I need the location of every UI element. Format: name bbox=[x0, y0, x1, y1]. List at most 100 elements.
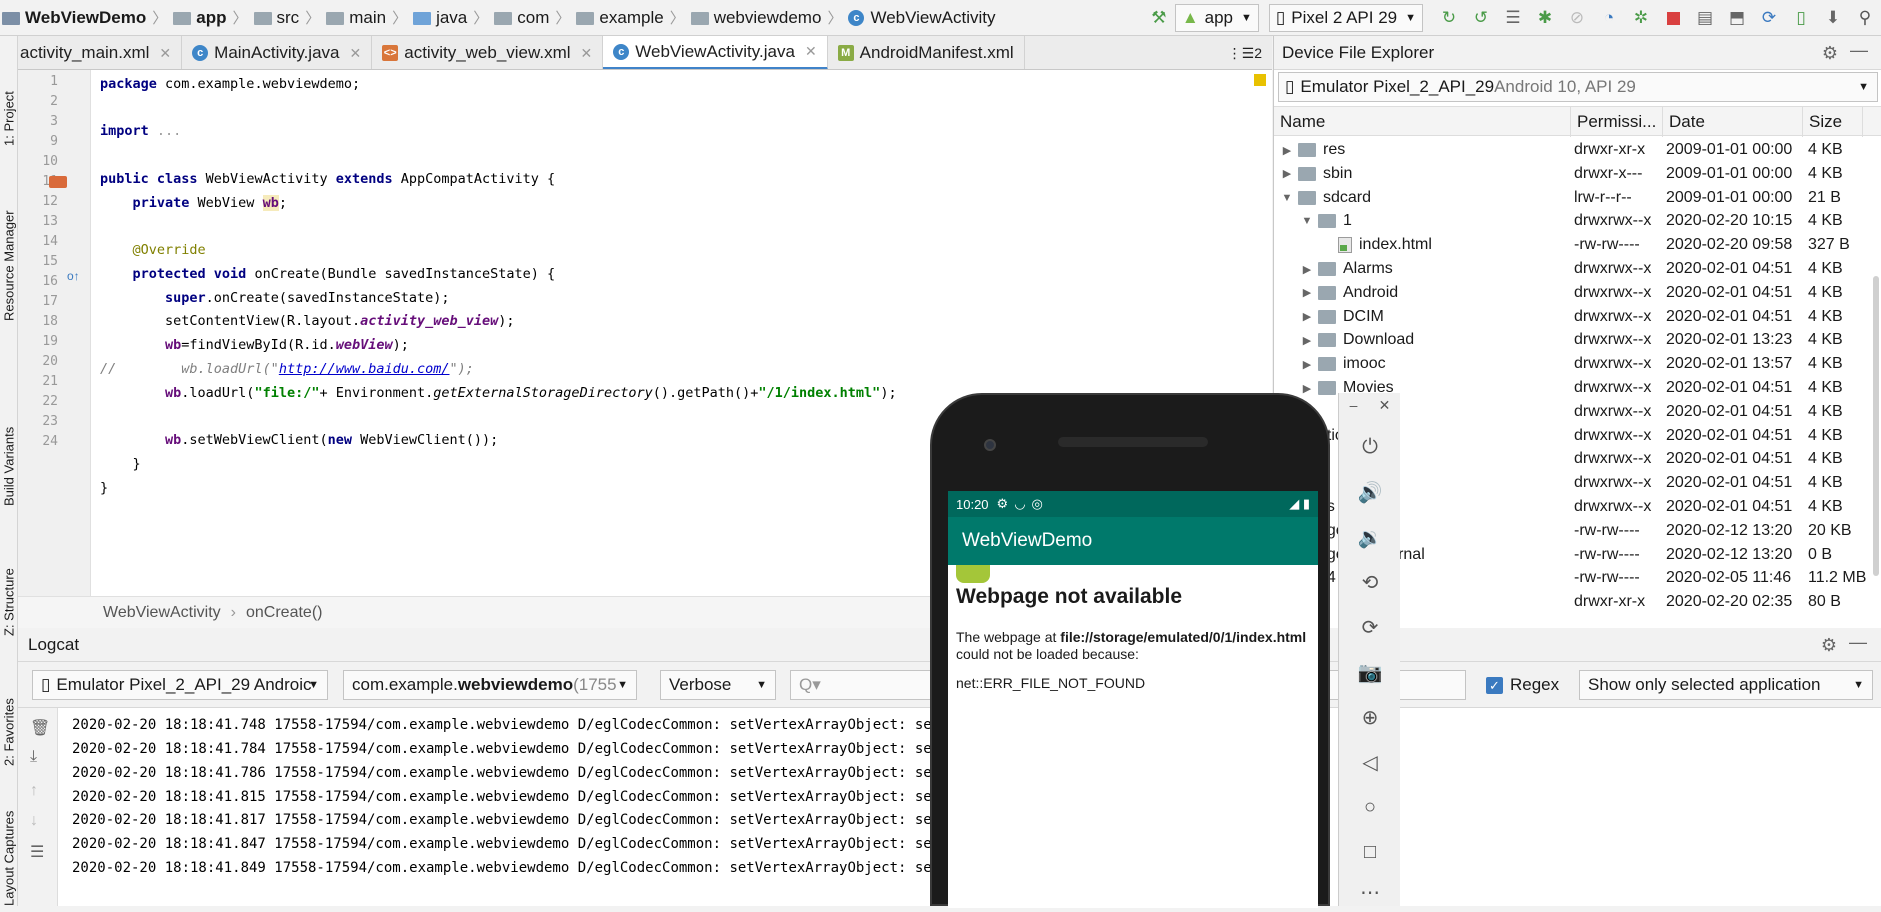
project-structure-icon[interactable]: ▤ bbox=[1695, 8, 1715, 28]
tabs-overflow-button[interactable]: ⋮☰ 2 bbox=[1218, 36, 1272, 69]
close-icon[interactable]: ✕ bbox=[581, 45, 593, 62]
more-icon[interactable]: ⋯ bbox=[1339, 872, 1401, 912]
rotate-right-icon[interactable]: ⟳ bbox=[1339, 607, 1401, 647]
breadcrumb-class[interactable]: c WebViewActivity bbox=[846, 0, 999, 36]
up-arrow-icon[interactable]: ↑ bbox=[30, 782, 38, 800]
build-variants-tool-button[interactable]: Build Variants bbox=[0, 386, 18, 506]
run-config-select[interactable]: ▲ app ▼ bbox=[1174, 4, 1259, 32]
file-row[interactable]: ▼ 1 drwxrwx--x 2020-02-20 10:15 4 KB bbox=[1274, 209, 1874, 233]
override-gutter-icon[interactable]: o↑ bbox=[67, 269, 80, 283]
avd-manager-icon[interactable]: ▯ bbox=[1791, 8, 1811, 28]
close-icon[interactable]: ✕ bbox=[805, 43, 817, 60]
layout-gutter-icon[interactable] bbox=[49, 176, 67, 188]
home-icon[interactable]: ○ bbox=[1339, 787, 1401, 827]
logcat-process-select[interactable]: com.example. webviewdemo (1755 ▼ bbox=[343, 670, 637, 700]
file-row[interactable]: ▶ sbin drwxr-x--- 2009-01-01 00:00 4 KB bbox=[1274, 162, 1874, 186]
gear-icon[interactable]: ⚙ bbox=[1821, 635, 1837, 656]
soft-wrap-icon[interactable]: ☰ bbox=[30, 842, 44, 862]
column-date[interactable]: Date bbox=[1663, 107, 1803, 137]
scrollbar[interactable] bbox=[1873, 276, 1879, 576]
back-icon[interactable]: ◁ bbox=[1339, 742, 1401, 782]
attach-icon[interactable]: ⊘ bbox=[1567, 8, 1587, 28]
bug-icon[interactable]: ✲ bbox=[1631, 8, 1651, 28]
file-row[interactable]: ▶ Alarms drwxrwx--x 2020-02-01 04:51 4 KB bbox=[1274, 257, 1874, 281]
rerun-icon[interactable]: ↻ bbox=[1439, 8, 1459, 28]
volume-up-icon[interactable]: 🔊 bbox=[1339, 472, 1401, 512]
minimize-icon[interactable]: — bbox=[1850, 40, 1868, 61]
expanded-arrow-icon[interactable]: ▼ bbox=[1280, 192, 1294, 204]
logcat-filter-select[interactable]: Show only selected application ▼ bbox=[1579, 670, 1873, 700]
phone-screen[interactable]: 10:20 ⚙ ◡ ◎ ◢ ▮ WebViewDemo Webpage not … bbox=[948, 491, 1318, 908]
apply-changes-icon[interactable]: ↺ bbox=[1471, 8, 1491, 28]
file-row[interactable]: ▶ DCIM drwxrwx--x 2020-02-01 04:51 4 KB bbox=[1274, 305, 1874, 329]
favorites-tool-button[interactable]: 2: Favorites bbox=[0, 656, 18, 766]
collapsed-arrow-icon[interactable]: ▶ bbox=[1300, 263, 1314, 276]
column-permissions[interactable]: Permissi... bbox=[1571, 107, 1663, 137]
file-row[interactable]: ▶ Android drwxrwx--x 2020-02-01 04:51 4 KB bbox=[1274, 281, 1874, 305]
camera-icon[interactable]: 📷 bbox=[1339, 652, 1401, 692]
inspection-status-icon[interactable] bbox=[1254, 74, 1266, 86]
breadcrumb-method[interactable]: onCreate() bbox=[246, 604, 322, 622]
power-icon[interactable]: ⏻ bbox=[1339, 427, 1401, 467]
file-row[interactable]: ▼ sdcard lrw-r--r-- 2009-01-01 00:00 21 B bbox=[1274, 186, 1874, 210]
breadcrumb-java[interactable]: java 〉 bbox=[411, 0, 492, 36]
sync-icon[interactable]: ⟳ bbox=[1759, 8, 1779, 28]
rotate-left-icon[interactable]: ⟲ bbox=[1339, 562, 1401, 602]
collapsed-arrow-icon[interactable]: ▶ bbox=[1280, 167, 1294, 180]
collapsed-arrow-icon[interactable]: ▶ bbox=[1280, 144, 1294, 157]
breadcrumb-main[interactable]: main 〉 bbox=[324, 0, 411, 36]
sdk-icon[interactable]: ⬇ bbox=[1823, 8, 1843, 28]
resource-manager-tool-button[interactable]: Resource Manager bbox=[0, 171, 18, 321]
debug-icon[interactable]: ✱ bbox=[1535, 8, 1555, 28]
collapsed-arrow-icon[interactable]: ▶ bbox=[1300, 334, 1314, 347]
breadcrumb-class[interactable]: WebViewActivity bbox=[103, 604, 221, 622]
hammer-icon[interactable]: ⚒ bbox=[1149, 8, 1169, 28]
tab-android-manifest-xml[interactable]: M AndroidManifest.xml bbox=[828, 36, 1025, 69]
tab-activity-main-xml[interactable]: activity_main.xml ✕ bbox=[18, 36, 183, 69]
volume-down-icon[interactable]: 🔉 bbox=[1339, 517, 1401, 557]
breadcrumb-webviewdemo[interactable]: webviewdemo 〉 bbox=[689, 0, 847, 36]
collapsed-arrow-icon[interactable]: ▶ bbox=[1300, 358, 1314, 371]
down-arrow-icon[interactable]: ↓ bbox=[30, 812, 38, 830]
layout-captures-tool-button[interactable]: Layout Captures bbox=[0, 776, 18, 906]
breadcrumb-project[interactable]: WebViewDemo 〉 bbox=[0, 0, 171, 36]
project-tool-button[interactable]: 1: Project bbox=[0, 46, 18, 146]
breadcrumb-example[interactable]: example 〉 bbox=[574, 0, 688, 36]
close-icon[interactable]: ✕ bbox=[159, 45, 171, 62]
regex-checkbox[interactable]: ✓ bbox=[1486, 677, 1503, 694]
logcat-device-select[interactable]: ▯ Emulator Pixel_2_API_29 Androic ▼ bbox=[32, 670, 328, 700]
file-row[interactable]: ▶ Download drwxrwx--x 2020-02-01 13:23 4 KB bbox=[1274, 328, 1874, 352]
collapsed-arrow-icon[interactable]: ▶ bbox=[1300, 310, 1314, 323]
minimize-icon[interactable]: – bbox=[1350, 397, 1358, 413]
column-name[interactable]: Name bbox=[1274, 107, 1571, 137]
file-explorer-device-select[interactable]: ▯ Emulator Pixel_2_API_29 Android 10, AP… bbox=[1278, 72, 1878, 102]
trash-icon[interactable]: 🗑 bbox=[30, 718, 50, 738]
scroll-to-end-icon[interactable]: ⤓ bbox=[30, 748, 37, 766]
search-icon[interactable]: ⚲ bbox=[1855, 8, 1875, 28]
breadcrumb-com[interactable]: com 〉 bbox=[492, 0, 574, 36]
expanded-arrow-icon[interactable]: ▼ bbox=[1300, 215, 1314, 227]
structure-tool-button[interactable]: Z: Structure bbox=[0, 526, 18, 636]
file-row[interactable]: ▶ res drwxr-xr-x 2009-01-01 00:00 4 KB bbox=[1274, 138, 1874, 162]
gear-icon[interactable]: ⚙ bbox=[1822, 43, 1838, 64]
stop-icon[interactable] bbox=[1663, 8, 1683, 28]
close-icon[interactable]: ✕ bbox=[350, 45, 362, 62]
profile-icon[interactable]: ◔ bbox=[1599, 8, 1619, 28]
file-row[interactable]: ▶ imooc drwxrwx--x 2020-02-01 13:57 4 KB bbox=[1274, 352, 1874, 376]
minimize-icon[interactable]: — bbox=[1849, 632, 1867, 653]
zoom-icon[interactable]: ⊕ bbox=[1339, 697, 1401, 737]
sdk-manager-icon[interactable]: ⬒ bbox=[1727, 8, 1747, 28]
tab-web-view-activity-java[interactable]: c WebViewActivity.java ✕ bbox=[603, 36, 828, 69]
tab-activity-web-view-xml[interactable]: <> activity_web_view.xml ✕ bbox=[372, 36, 604, 69]
close-icon[interactable]: ✕ bbox=[1379, 397, 1391, 414]
log-level-select[interactable]: Verbose ▼ bbox=[660, 670, 776, 700]
list-icon[interactable]: ☰ bbox=[1503, 8, 1523, 28]
overview-icon[interactable]: □ bbox=[1339, 832, 1401, 872]
column-size[interactable]: Size bbox=[1803, 107, 1863, 137]
file-row[interactable]: index.html -rw-rw---- 2020-02-20 09:58 327 … bbox=[1274, 233, 1874, 257]
breadcrumb-app[interactable]: app 〉 bbox=[171, 0, 251, 36]
device-select[interactable]: ▯ Pixel 2 API 29 ▼ bbox=[1268, 4, 1423, 32]
breadcrumb-src[interactable]: src 〉 bbox=[252, 0, 325, 36]
tab-main-activity-java[interactable]: c MainActivity.java ✕ bbox=[182, 36, 373, 69]
collapsed-arrow-icon[interactable]: ▶ bbox=[1300, 286, 1314, 299]
